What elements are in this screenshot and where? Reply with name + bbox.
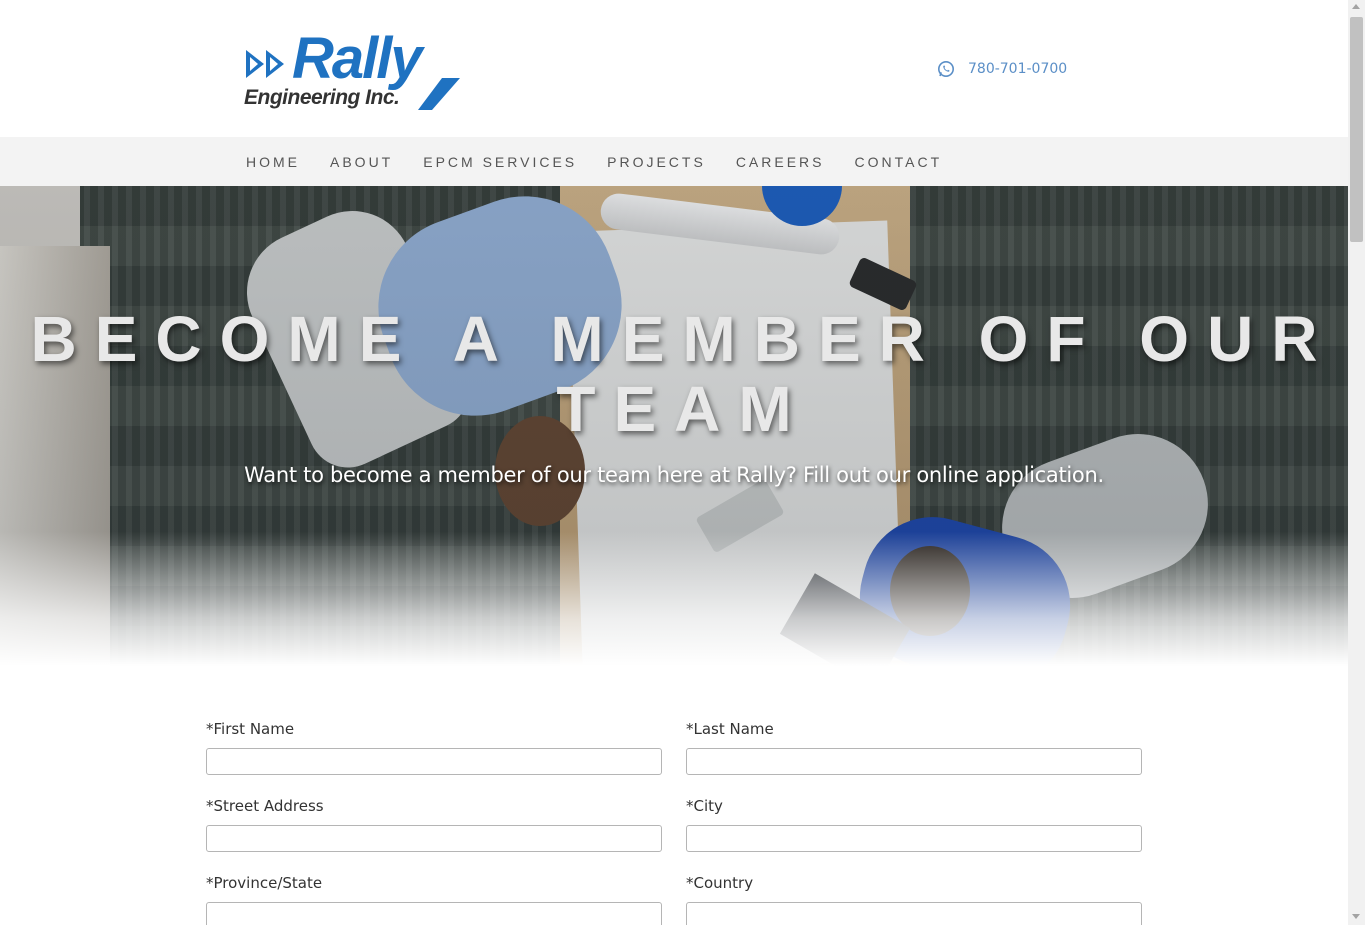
last-name-label: *Last Name: [686, 720, 774, 738]
site-header: Rally Engineering Inc. 780-701-0700: [0, 0, 1348, 137]
hero-banner: BECOME A MEMBER OF OUR TEAM Want to beco…: [0, 186, 1348, 666]
nav-item-contact[interactable]: CONTACT: [855, 154, 943, 170]
phone-number[interactable]: 780-701-0700: [968, 61, 1067, 77]
first-name-field[interactable]: [206, 748, 662, 775]
country-field[interactable]: [686, 902, 1142, 925]
first-name-label: *First Name: [206, 720, 295, 738]
page-scrollbar[interactable]: [1348, 0, 1365, 925]
street-address-field[interactable]: [206, 825, 662, 852]
main-nav: HOME ABOUT EPCM SERVICES PROJECTS CAREER…: [0, 137, 1348, 186]
last-name-group: *Last Name: [686, 718, 1142, 775]
nav-item-epcm-services[interactable]: EPCM SERVICES: [423, 154, 577, 170]
rally-logo[interactable]: Rally Engineering Inc.: [244, 30, 464, 114]
logo-swoosh: [418, 78, 460, 110]
street-address-group: *Street Address: [206, 795, 662, 852]
application-form: *First Name *Last Name *Street Address *…: [206, 718, 1142, 925]
nav-item-home[interactable]: HOME: [246, 154, 300, 170]
logo-subtitle: Engineering Inc.: [244, 86, 400, 109]
city-label: *City: [686, 797, 723, 815]
nav-item-about[interactable]: ABOUT: [330, 154, 393, 170]
header-phone[interactable]: 780-701-0700: [937, 60, 1067, 78]
province-state-field[interactable]: [206, 902, 662, 925]
form-row: *Province/State *Country: [206, 872, 1142, 925]
nav-item-projects[interactable]: PROJECTS: [607, 154, 706, 170]
logo-wordmark: Rally: [292, 26, 423, 91]
province-state-label: *Province/State: [206, 874, 323, 892]
hero-title: BECOME A MEMBER OF OUR TEAM: [30, 303, 1336, 445]
form-row: *First Name *Last Name: [206, 718, 1142, 795]
city-group: *City: [686, 795, 1142, 852]
first-name-group: *First Name: [206, 718, 662, 775]
form-row: *Street Address *City: [206, 795, 1142, 872]
whatsapp-icon: [938, 61, 954, 77]
street-address-label: *Street Address: [206, 797, 324, 815]
scroll-down-icon[interactable]: [1352, 914, 1360, 919]
scrollbar-thumb[interactable]: [1350, 17, 1363, 242]
last-name-field[interactable]: [686, 748, 1142, 775]
city-field[interactable]: [686, 825, 1142, 852]
hero-subtitle: Want to become a member of our team here…: [244, 463, 1104, 487]
province-state-group: *Province/State: [206, 872, 662, 925]
country-group: *Country: [686, 872, 1142, 925]
scroll-up-icon[interactable]: [1352, 4, 1360, 9]
fast-forward-icon: [246, 50, 284, 78]
country-label: *Country: [686, 874, 754, 892]
nav-item-careers[interactable]: CAREERS: [736, 154, 825, 170]
